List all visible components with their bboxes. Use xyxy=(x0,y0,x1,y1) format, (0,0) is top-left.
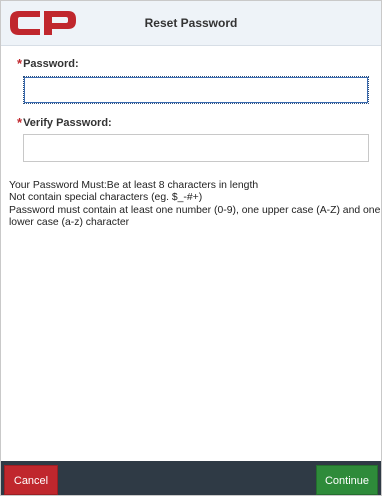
footer-bar: Cancel Continue xyxy=(1,461,381,495)
continue-button[interactable]: Continue xyxy=(316,465,378,495)
password-field[interactable] xyxy=(23,76,369,104)
password-requirements: Your Password Must:Be at least 8 charact… xyxy=(9,180,381,230)
requirement-line: Your Password Must:Be at least 8 charact… xyxy=(9,180,259,191)
verify-password-label: *Verify Password: xyxy=(17,114,112,130)
reset-password-window: Reset Password *Password: *Verify Passwo… xyxy=(0,0,382,496)
page-title: Reset Password xyxy=(144,16,238,30)
verify-password-label-text: Verify Password: xyxy=(23,117,112,129)
required-mark: * xyxy=(17,115,23,130)
requirement-line: Password must contain at least one numbe… xyxy=(9,204,381,229)
password-label: *Password: xyxy=(17,55,79,71)
requirement-line: Not contain special characters (eg. $_-#… xyxy=(9,192,203,204)
password-label-text: Password: xyxy=(23,58,79,70)
verify-password-field[interactable] xyxy=(23,134,369,162)
header-bar: Reset Password xyxy=(1,1,381,46)
required-mark: * xyxy=(17,56,23,71)
cancel-button[interactable]: Cancel xyxy=(4,465,58,495)
